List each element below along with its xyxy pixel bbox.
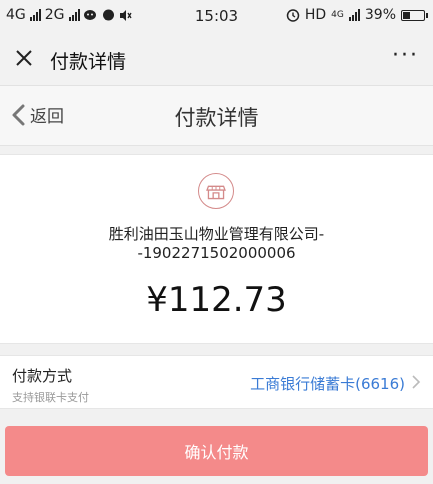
wechat-title: 付款详情 <box>50 51 127 73</box>
merchant-name-line2: -1902271502000006 <box>137 244 296 262</box>
chevron-right-icon <box>412 375 421 389</box>
status-right: HD 4G 39% <box>286 7 428 23</box>
payment-method-row[interactable]: 付款方式 支持银联卡支付 工商银行储蓄卡(6616) <box>0 355 433 409</box>
payment-method-label: 付款方式 <box>12 367 73 385</box>
page-navbar: 返回 付款详情 <box>0 86 433 146</box>
page-title: 付款详情 <box>174 106 259 130</box>
merchant-card: 胜利油田玉山物业管理有限公司- -1902271502000006 ¥112.7… <box>0 154 433 344</box>
close-icon[interactable] <box>12 46 36 70</box>
status-bar: 4G 2G 15:03 HD 4G 39% <box>0 0 433 34</box>
network-4g-small-label: 4G <box>331 10 344 20</box>
wechat-header: 付款详情 ··· <box>0 34 433 86</box>
battery-fill <box>403 11 410 19</box>
merchant-name: 胜利油田玉山物业管理有限公司- -1902271502000006 <box>0 225 433 263</box>
confirm-payment-button[interactable]: 确认付款 <box>5 426 428 476</box>
payment-amount: ¥112.73 <box>146 280 287 320</box>
battery-icon <box>401 9 428 21</box>
selected-card: 工商银行储蓄卡(6616) <box>250 375 405 393</box>
more-options-icon[interactable]: ··· <box>392 45 419 67</box>
battery-percent: 39% <box>364 7 396 23</box>
signal-icon-3 <box>348 9 360 21</box>
merchant-name-line1: 胜利油田玉山物业管理有限公司- <box>108 225 325 243</box>
payment-method-sublabel: 支持银联卡支付 <box>12 391 89 404</box>
alarm-icon <box>286 9 300 22</box>
store-icon <box>198 173 234 209</box>
hd-label: HD <box>304 7 327 23</box>
